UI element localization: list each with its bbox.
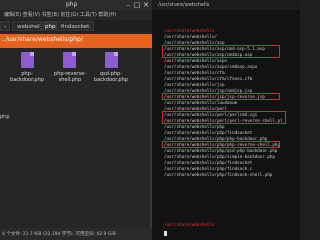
tab-findsocket[interactable]: findsocket	[56, 21, 95, 31]
status-text: 4 个文件: 21.7 KiB (22,194 字节), 可用空间: 42.9 …	[2, 232, 116, 237]
status-bar: 4 个文件: 21.7 KiB (22,194 字节), 可用空间: 42.9 …	[0, 228, 152, 240]
up-arrow-icon[interactable]: ‹	[0, 21, 10, 31]
terminal-line: /usr/share/webshells/php/findsocket	[164, 130, 253, 135]
terminal-line: /usr/share/webshells/php	[164, 124, 225, 129]
highlight-box-perl	[162, 111, 286, 124]
file-manager-titlebar: php – □ ✕	[0, 0, 152, 10]
terminal-line: /usr/share/webshells/php/findsock.c	[164, 166, 253, 171]
terminal-line: /usr/share/webshells/cfm	[164, 70, 225, 75]
terminal-line: /usr/share/webshells/php/simple-backdoor…	[164, 154, 275, 159]
terminal-line: /usr/share/webshells/aspx	[164, 58, 228, 63]
menubar-items[interactable]: 编辑(E) 查看(V) 书签(B) 前往(G) 工具(T) 帮助(H)	[4, 11, 116, 18]
php-file-icon[interactable]	[21, 52, 34, 68]
terminal-line: /usr/share/webshells/cfm/cfexec.cfm	[164, 76, 253, 81]
file-name[interactable]: qsd-php-backdoor.php	[91, 71, 131, 83]
prompt-line: /usr/share/webshells	[164, 28, 214, 33]
php-file-icon[interactable]	[63, 52, 76, 68]
terminal-line: /usr/share/webshells/	[164, 34, 217, 39]
window-title: php	[66, 1, 78, 8]
terminal-line: /usr/share/webshells/jsp	[164, 82, 225, 87]
close-icon[interactable]: ✕	[142, 1, 150, 9]
menubar: 编辑(E) 查看(V) 书签(B) 前往(G) 工具(T) 帮助(H)	[0, 10, 152, 19]
prompt-path: /usr/share/webshells	[164, 222, 215, 227]
path-text: ../usr/share/webshells/php/	[2, 36, 83, 43]
terminal-cursor	[164, 231, 167, 236]
prompt-line: /usr/share/webshells	[164, 222, 214, 227]
terminal-titlebar: /usr/share/webshells	[152, 0, 300, 10]
file-name[interactable]: php-reverse-shell.php	[50, 71, 90, 83]
prompt-path: /usr/share/webshells	[164, 28, 215, 33]
terminal-line: /usr/share/webshells/php/findsocket	[164, 160, 253, 165]
terminal-line: /usr/share/webshells/php/findsock-shell.…	[164, 172, 273, 177]
partial-file-name[interactable]: php	[0, 114, 10, 120]
path-bar[interactable]: ../usr/share/webshells/php/	[0, 34, 152, 48]
highlight-box-php	[162, 141, 280, 148]
terminal-line: /usr/share/webshells/php/qsd-php-backdoo…	[164, 148, 278, 153]
terminal-line: /usr/share/webshells/laudanum	[164, 100, 238, 105]
highlight-box-jsp	[162, 93, 280, 100]
terminal-line: /usr/share/webshells/aspx/cmdasp.aspx	[164, 64, 258, 69]
php-file-icon[interactable]	[105, 52, 118, 68]
tab-bar: ‹ webshells php findsocket	[0, 20, 152, 32]
file-manager-window: php – □ ✕ 编辑(E) 查看(V) 书签(B) 前往(G) 工具(T) …	[0, 0, 152, 240]
maximize-icon[interactable]: □	[133, 1, 141, 9]
file-name[interactable]: php-backdoor.php	[7, 71, 47, 83]
minimize-icon[interactable]: –	[124, 1, 132, 9]
terminal-window[interactable]: /usr/share/webshells /usr/share/webshell…	[152, 0, 300, 240]
highlight-box-asp	[162, 45, 280, 58]
terminal-title: /usr/share/webshells	[158, 2, 210, 8]
